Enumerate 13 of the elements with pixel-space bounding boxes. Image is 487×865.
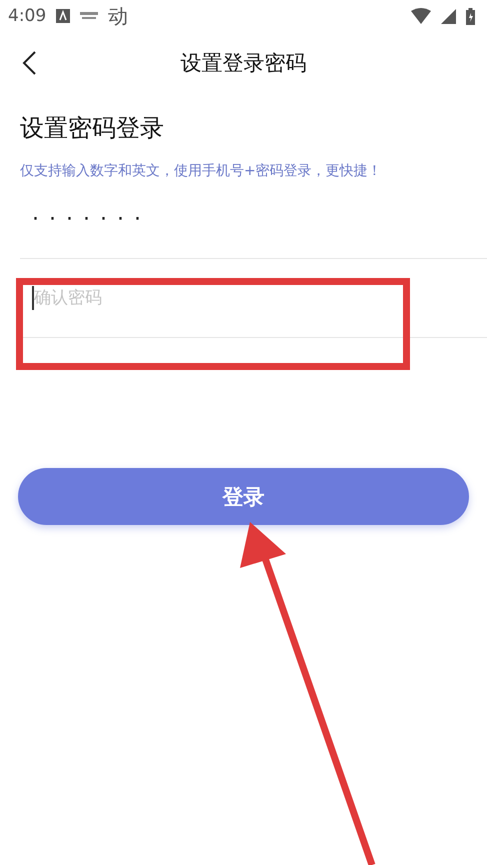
password-field[interactable]: ·······: [32, 206, 151, 232]
section-heading: 设置密码登录: [20, 113, 165, 144]
wifi-icon: [411, 8, 431, 24]
status-time: 4:09: [8, 6, 46, 26]
signal-icon: [441, 8, 456, 24]
battery-icon: [466, 8, 475, 24]
notification-icon: [56, 9, 70, 23]
app-notification-glyph: 动: [108, 2, 128, 30]
login-button[interactable]: 登录: [18, 468, 469, 525]
keyboard-icon: [80, 11, 98, 21]
back-icon: [21, 50, 37, 76]
page-title: 设置登录密码: [180, 50, 306, 77]
hint-text: 仅支持输入数字和英文，使用手机号+密码登录，更快捷！: [20, 162, 383, 180]
